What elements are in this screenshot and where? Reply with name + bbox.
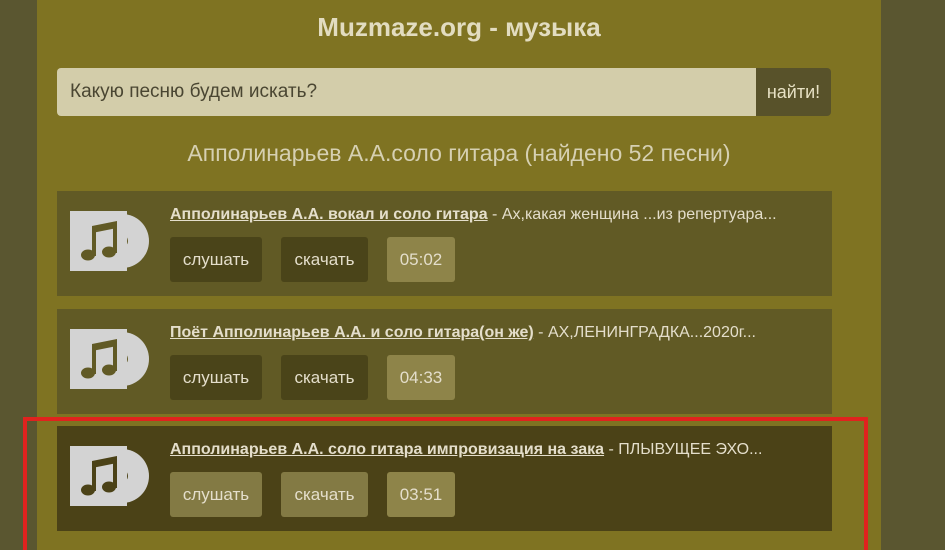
duration-badge: 03:51	[387, 472, 455, 517]
duration-badge: 04:33	[387, 355, 455, 400]
page-container: Muzmaze.org - музыка найти! Апполинарьев…	[37, 0, 881, 550]
track-name-link[interactable]: Апполинарьев А.А. соло гитара импровизац…	[170, 441, 604, 458]
track-description: - АХ,ЛЕНИНГРАДКА...2020г...	[533, 324, 756, 341]
site-title: Muzmaze.org - музыка	[317, 12, 601, 42]
track-title: Апполинарьев А.А. вокал и соло гитара - …	[170, 205, 820, 225]
search-button[interactable]: найти!	[756, 68, 831, 116]
listen-button[interactable]: слушать	[170, 237, 262, 282]
track-name-link[interactable]: Апполинарьев А.А. вокал и соло гитара	[170, 206, 488, 223]
track-item: Апполинарьев А.А. вокал и соло гитара - …	[57, 191, 832, 296]
listen-button[interactable]: слушать	[170, 472, 262, 517]
search-bar: найти!	[57, 68, 831, 116]
duration-badge: 05:02	[387, 237, 455, 282]
track-item: Поёт Апполинарьев А.А. и соло гитара(он …	[57, 309, 832, 414]
download-button[interactable]: скачать	[281, 472, 368, 517]
track-name-link[interactable]: Поёт Апполинарьев А.А. и соло гитара(он …	[170, 324, 534, 341]
track-title: Поёт Апполинарьев А.А. и соло гитара(он …	[170, 323, 820, 343]
music-disc-icon	[70, 446, 149, 506]
listen-button[interactable]: слушать	[170, 355, 262, 400]
music-disc-icon	[70, 211, 149, 271]
track-description: - Ах,какая женщина ...из репертуара...	[487, 206, 777, 223]
download-button[interactable]: скачать	[281, 237, 368, 282]
track-item: Апполинарьев А.А. соло гитара импровизац…	[57, 426, 832, 531]
track-title: Апполинарьев А.А. соло гитара импровизац…	[170, 440, 820, 460]
search-input[interactable]	[57, 68, 756, 116]
music-disc-icon	[70, 329, 149, 389]
results-heading: Апполинарьев А.А.соло гитара (найдено 52…	[187, 140, 731, 166]
download-button[interactable]: скачать	[281, 355, 368, 400]
track-description: - ПЛЫВУЩЕЕ ЭХО...	[604, 441, 763, 458]
